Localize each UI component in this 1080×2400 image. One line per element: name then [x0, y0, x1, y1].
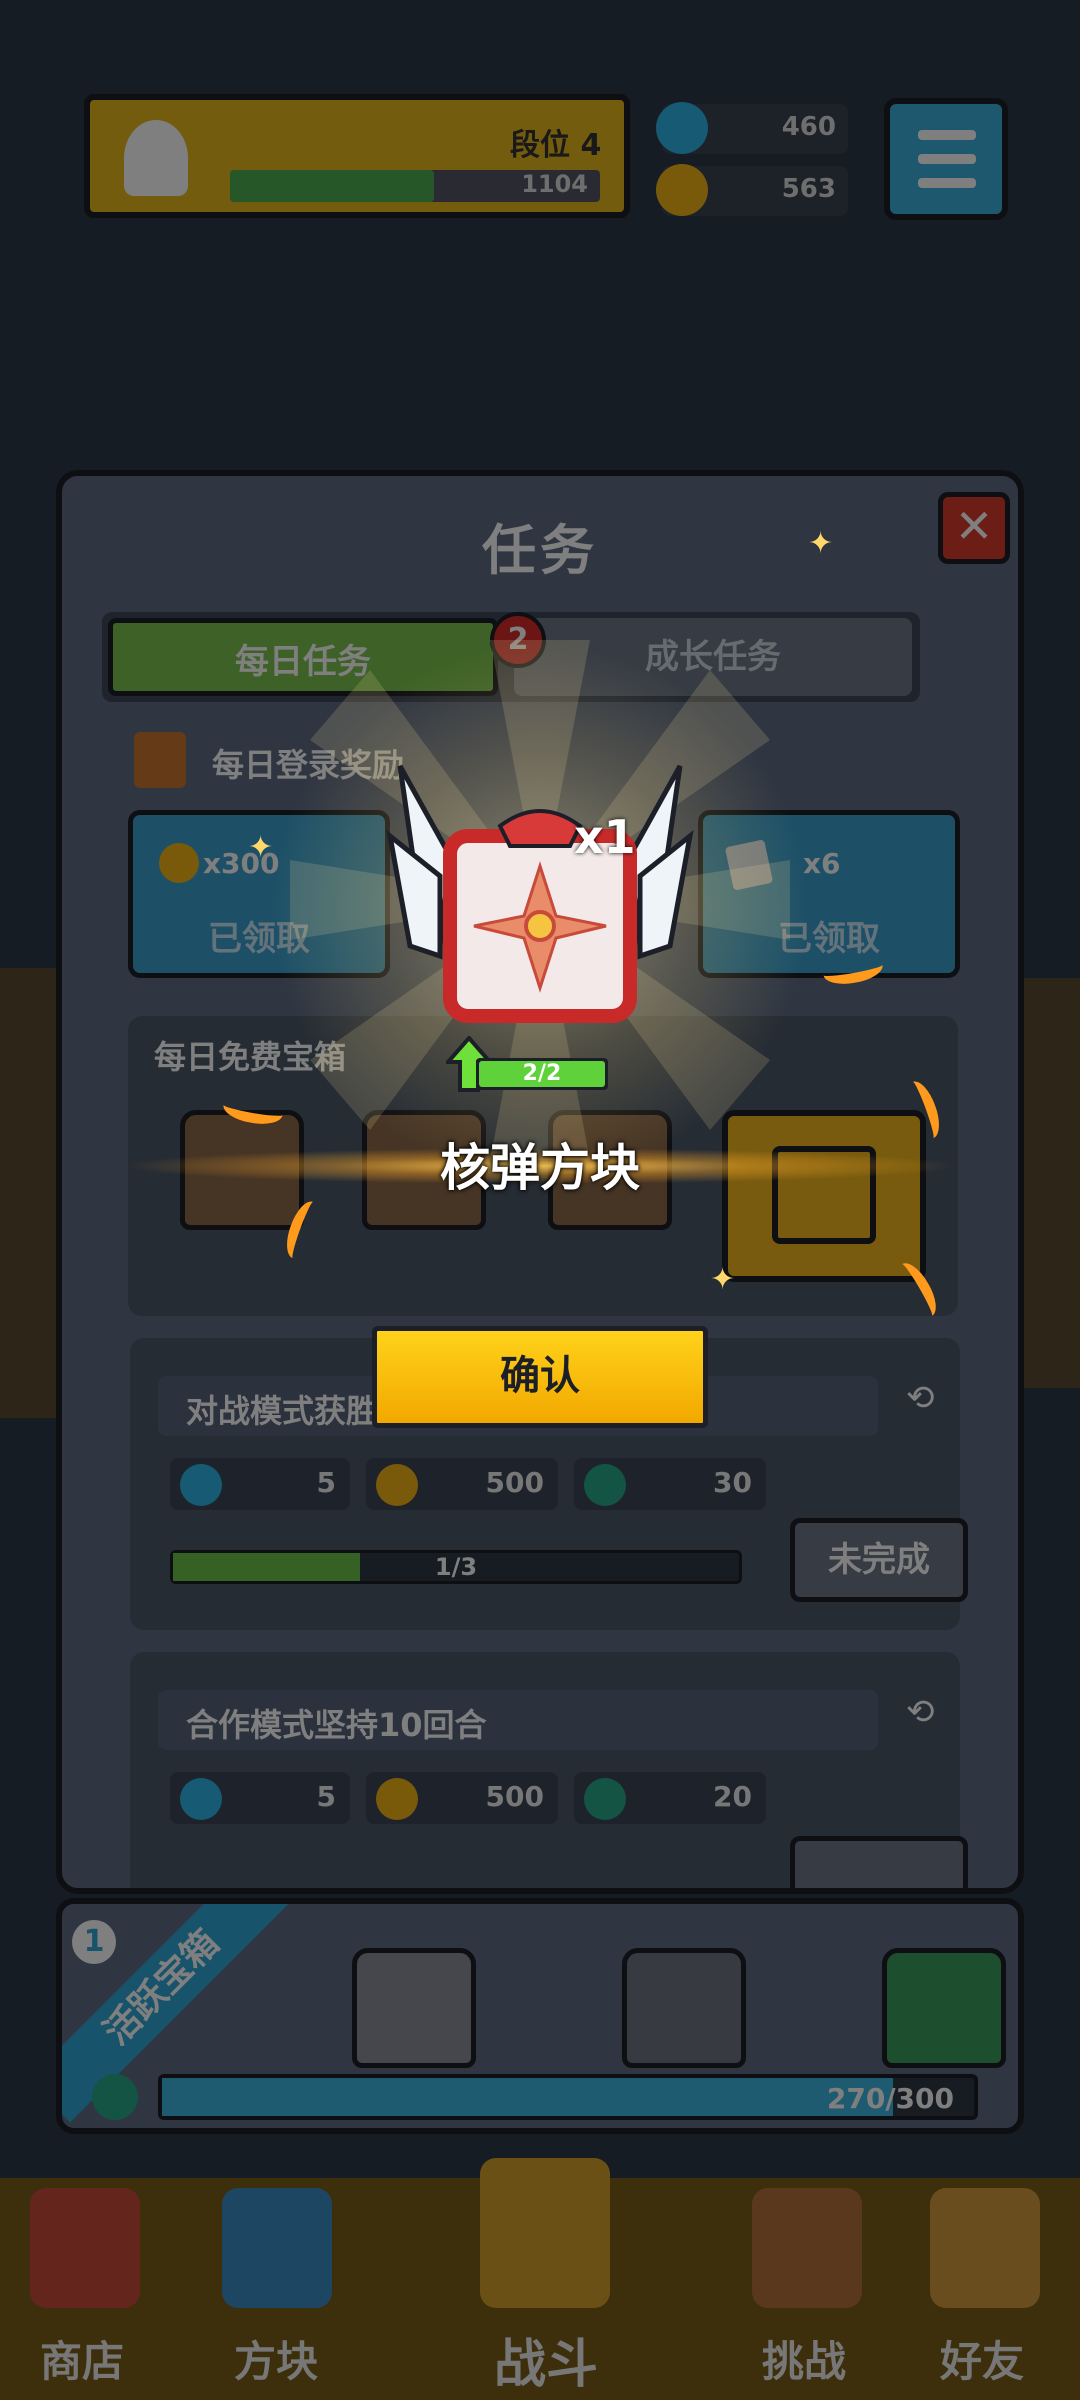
- level-text: 2/2: [522, 1061, 562, 1086]
- sparkle-icon: ✦: [710, 1262, 736, 1297]
- confirm-button[interactable]: 确认: [372, 1326, 708, 1428]
- sparkle-icon: ✦: [248, 830, 274, 865]
- reward-quantity: x1: [574, 810, 636, 864]
- level-bar: 2/2: [476, 1058, 608, 1090]
- sparkle-icon: ✦: [808, 526, 834, 561]
- item-name: 核弹方块: [440, 1139, 640, 1197]
- modal-backdrop[interactable]: [0, 0, 1080, 2400]
- nuke-block-icon: [386, 764, 694, 1023]
